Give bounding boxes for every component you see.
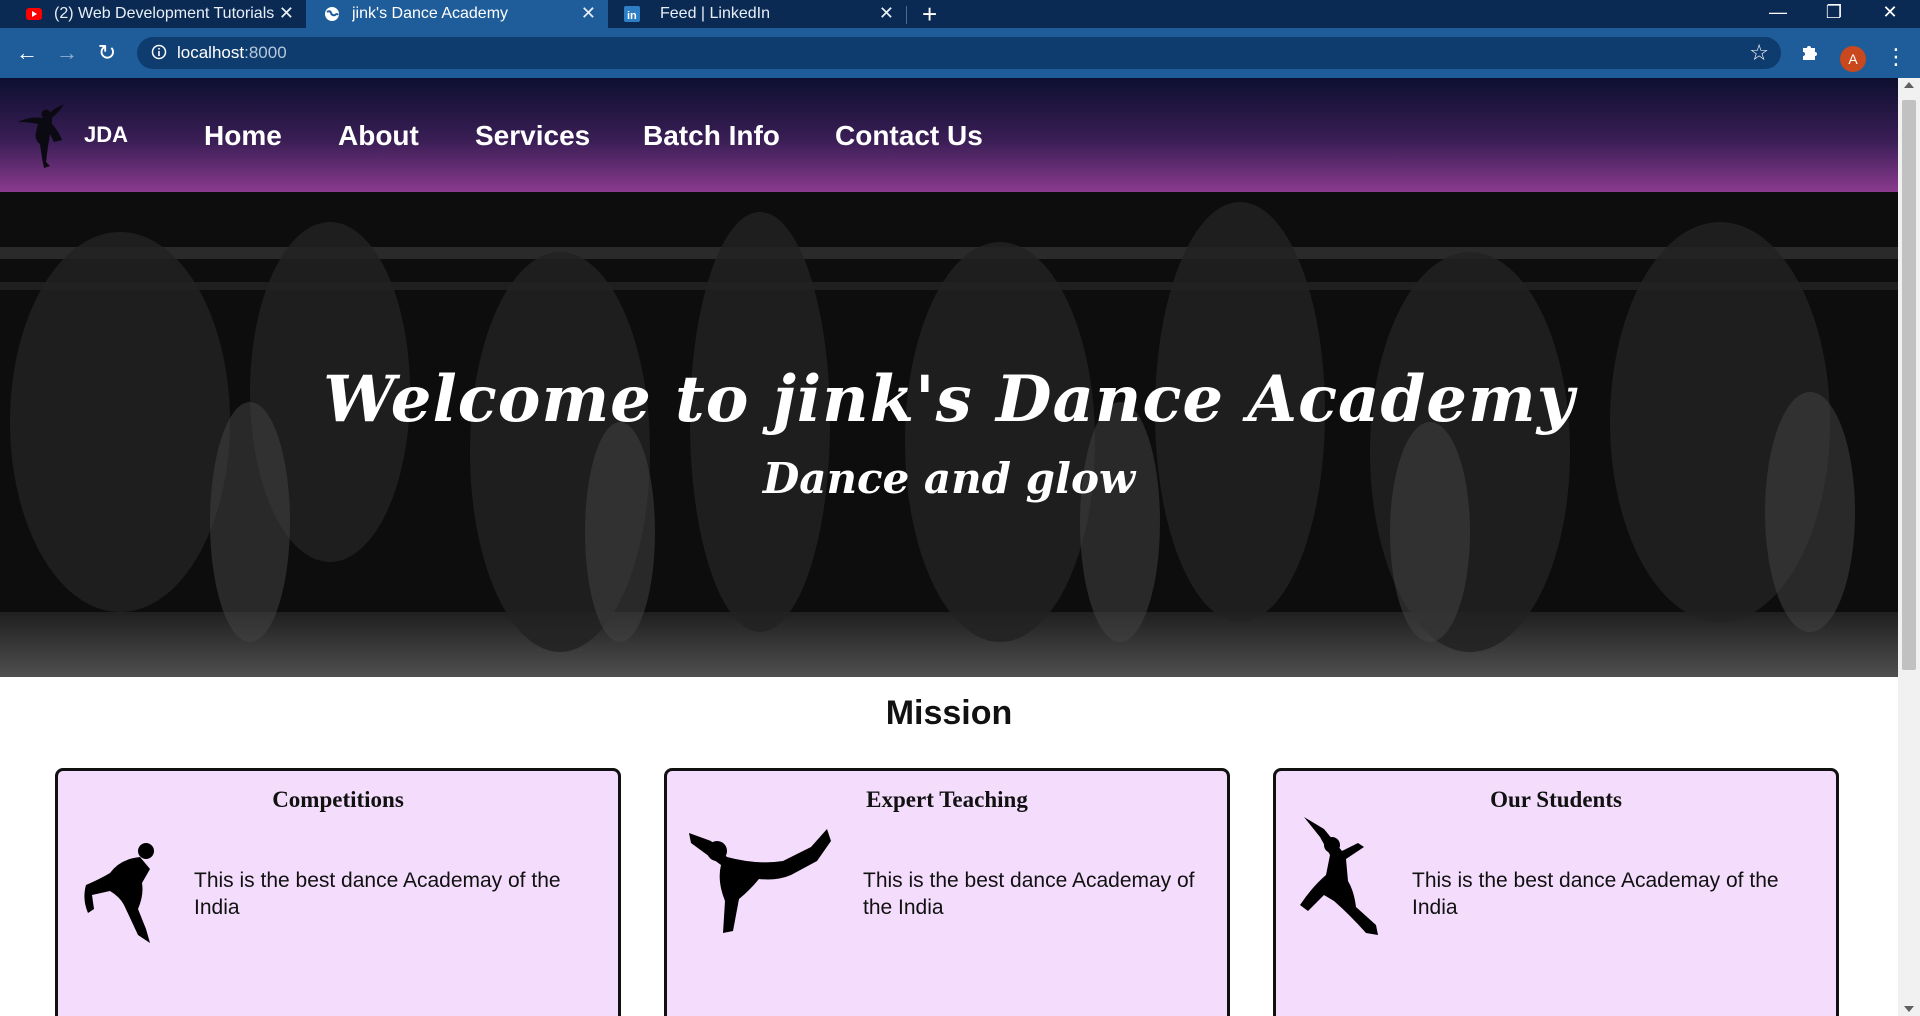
reload-button[interactable]: ↻: [94, 40, 120, 66]
ballerina-logo-icon[interactable]: [16, 100, 84, 172]
nav-link-about[interactable]: About: [338, 120, 419, 152]
brand-name[interactable]: JDA: [84, 122, 128, 148]
page-scrollbar[interactable]: [1898, 78, 1920, 1016]
youtube-icon: [26, 8, 42, 20]
close-tab-icon[interactable]: ✕: [879, 3, 894, 24]
tab-title: Feed | LinkedIn: [660, 5, 771, 22]
card-title: Our Students: [1490, 787, 1622, 812]
site-info-icon[interactable]: [151, 44, 167, 60]
bookmark-star-icon[interactable]: ☆: [1749, 40, 1769, 66]
page-viewport: JDA Home About Services Batch Info Conta…: [0, 78, 1898, 1016]
scrollbar-thumb[interactable]: [1902, 100, 1916, 670]
tab-web-development-tutorials[interactable]: (2) Web Development Tutorials F ✕: [0, 0, 306, 28]
scroll-up-icon[interactable]: [1904, 82, 1914, 88]
tab-title: jink's Dance Academy: [352, 5, 509, 22]
globe-icon: [325, 7, 339, 21]
card-text: This is the best dance Academay of the I…: [863, 869, 1195, 919]
card-title: Competitions: [272, 787, 404, 812]
extensions-puzzle-icon[interactable]: [1799, 40, 1823, 64]
url-host: localhost: [177, 43, 245, 62]
new-tab-button[interactable]: +: [922, 0, 937, 28]
svg-text:in: in: [627, 10, 637, 22]
leaping-dancer-silhouette-icon: [1300, 817, 1378, 935]
card-text: This is the best dance Academay of the I…: [194, 869, 561, 919]
scroll-down-icon[interactable]: [1904, 1006, 1914, 1012]
mission-card-our-students: Our Students This is the best dance Acad…: [1273, 768, 1839, 1016]
close-tab-icon[interactable]: ✕: [279, 3, 294, 24]
address-bar: ← → ↻ localhost:8000 ☆: [0, 28, 1920, 78]
hero-subtitle: Dance and glow: [762, 454, 1136, 503]
site-navbar: JDA Home About Services Batch Info Conta…: [0, 78, 1898, 192]
tab-title: (2) Web Development Tutorials F: [54, 5, 276, 22]
restore-button[interactable]: ❐: [1806, 0, 1862, 28]
browser-tab-bar: (2) Web Development Tutorials F ✕ jink's…: [0, 0, 1920, 28]
close-window-button[interactable]: ✕: [1862, 0, 1918, 28]
tab-linkedin-feed[interactable]: in Feed | LinkedIn ✕: [608, 0, 906, 28]
card-text: This is the best dance Academay of the I…: [1412, 869, 1779, 919]
mission-card-expert-teaching: Expert Teaching This is the best dance A…: [664, 768, 1230, 1016]
minimize-button[interactable]: —: [1750, 0, 1806, 28]
linkedin-icon: in: [624, 6, 640, 22]
nav-link-batch-info[interactable]: Batch Info: [643, 120, 780, 152]
hero-title: Welcome to jink's Dance Academy: [323, 362, 1575, 437]
nav-link-contact-us[interactable]: Contact Us: [835, 120, 983, 152]
nav-link-services[interactable]: Services: [475, 120, 590, 152]
url-input[interactable]: localhost:8000 ☆: [137, 37, 1781, 69]
url-port: :8000: [244, 43, 287, 62]
back-button[interactable]: ←: [14, 40, 40, 66]
browser-menu-icon[interactable]: ⋮: [1885, 44, 1907, 70]
mission-card-competitions: Competitions This is the best dance Acad…: [55, 768, 621, 1016]
profile-avatar[interactable]: A: [1840, 46, 1866, 72]
nav-link-home[interactable]: Home: [204, 120, 282, 152]
hero-banner: Welcome to jink's Dance Academy Dance an…: [0, 192, 1898, 677]
breakdancer-silhouette-icon: [689, 829, 831, 933]
card-title: Expert Teaching: [866, 787, 1028, 812]
mission-heading: Mission: [885, 694, 1013, 732]
close-tab-icon[interactable]: ✕: [581, 3, 596, 24]
forward-button[interactable]: →: [54, 40, 80, 66]
tab-jinks-dance-academy[interactable]: jink's Dance Academy ✕: [306, 0, 608, 28]
url-text: localhost:8000: [177, 43, 287, 63]
jumping-dancer-silhouette-icon: [84, 843, 154, 943]
tab-separator: [906, 6, 907, 24]
